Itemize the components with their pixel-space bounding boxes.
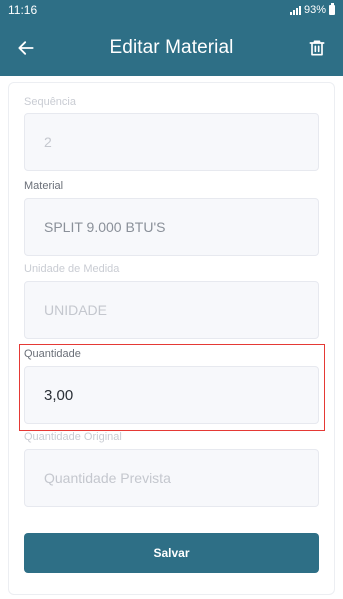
quantidade-value: 3,00 bbox=[44, 386, 74, 404]
battery-percent: 93% bbox=[303, 4, 326, 16]
unidade-value: UNIDADE bbox=[44, 302, 108, 318]
delete-button[interactable] bbox=[301, 32, 333, 64]
quantidade-input[interactable]: 3,00 bbox=[24, 366, 319, 424]
material-value: SPLIT 9.000 BTU'S bbox=[44, 219, 166, 235]
sequencia-label: Sequência bbox=[24, 96, 76, 108]
status-bar: 11:16 93% bbox=[0, 0, 343, 20]
quantidade-original-label: Quantidade Original bbox=[24, 431, 122, 443]
quantidade-original-field: Quantidade Prevista bbox=[24, 449, 319, 507]
material-label: Material bbox=[24, 180, 64, 192]
form-card: Sequência 2 Material SPLIT 9.000 BTU'S U… bbox=[8, 82, 335, 595]
app-bar: Editar Material bbox=[0, 20, 343, 76]
sequencia-value: 2 bbox=[44, 134, 52, 150]
back-button[interactable] bbox=[10, 32, 42, 64]
arrow-left-icon bbox=[18, 41, 34, 55]
quantidade-original-placeholder: Quantidade Prevista bbox=[44, 470, 171, 486]
page-title: Editar Material bbox=[109, 37, 234, 58]
sequencia-field: 2 bbox=[24, 113, 319, 171]
material-field[interactable]: SPLIT 9.000 BTU'S bbox=[24, 198, 319, 256]
unidade-field: UNIDADE bbox=[24, 281, 319, 339]
signal-icon bbox=[289, 5, 301, 15]
status-indicators: 93% bbox=[289, 3, 335, 16]
battery-icon bbox=[329, 3, 335, 15]
status-time: 11:16 bbox=[8, 3, 38, 17]
quantidade-label: Quantidade bbox=[24, 348, 81, 360]
trash-icon bbox=[309, 40, 325, 56]
unidade-label: Unidade de Medida bbox=[24, 263, 120, 275]
save-button[interactable]: Salvar bbox=[24, 533, 319, 573]
